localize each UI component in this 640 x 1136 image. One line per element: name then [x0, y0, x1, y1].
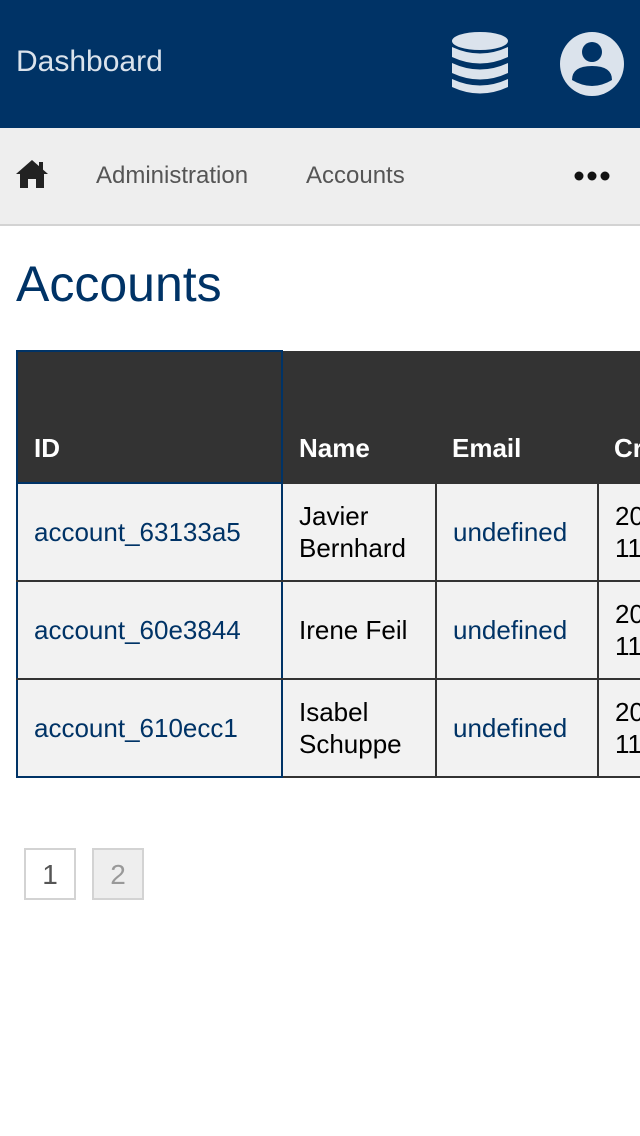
column-header-name[interactable]: Name	[282, 351, 436, 483]
accounts-table-container[interactable]: ID Name Email Created account_63133a5 Ja…	[16, 350, 640, 780]
page-button-2[interactable]: 2	[92, 848, 144, 900]
accounts-table: ID Name Email Created account_63133a5 Ja…	[16, 350, 640, 778]
cell-email: undefined	[435, 678, 599, 778]
top-app-bar: Dashboard	[0, 0, 640, 128]
table-header-row: ID Name Email Created	[16, 350, 640, 484]
dashboard-link[interactable]: Dashboard	[16, 0, 163, 124]
table-row: account_60e3844 Irene Feil undefined 20 …	[16, 580, 640, 680]
cell-email: undefined	[435, 482, 599, 582]
nav-item-accounts[interactable]: Accounts	[306, 128, 405, 224]
column-header-id[interactable]: ID	[16, 350, 283, 484]
cell-email: undefined	[435, 580, 599, 680]
more-horizontal-icon[interactable]	[572, 166, 612, 186]
account-id-link[interactable]: account_60e3844	[34, 615, 241, 645]
user-account-icon[interactable]	[558, 30, 626, 98]
cell-created: 20 11	[597, 482, 640, 582]
nav-item-administration[interactable]: Administration	[96, 128, 248, 224]
table-row: account_610ecc1 Isabel Schuppe undefined…	[16, 678, 640, 778]
breadcrumb-nav: Administration Accounts	[0, 128, 640, 226]
cell-name: Irene Feil	[281, 580, 437, 680]
cell-id: account_63133a5	[16, 482, 283, 582]
page-button-1[interactable]: 1	[24, 848, 76, 900]
page-title: Accounts	[16, 256, 222, 312]
home-icon[interactable]	[14, 156, 50, 192]
cell-created: 20 11	[597, 580, 640, 680]
cell-created: 20 11	[597, 678, 640, 778]
account-id-link[interactable]: account_63133a5	[34, 517, 241, 547]
email-link[interactable]: undefined	[453, 713, 567, 743]
email-link[interactable]: undefined	[453, 517, 567, 547]
cell-name: Javier Bernhard	[281, 482, 437, 582]
cell-name: Isabel Schuppe	[281, 678, 437, 778]
email-link[interactable]: undefined	[453, 615, 567, 645]
table-row: account_63133a5 Javier Bernhard undefine…	[16, 482, 640, 582]
account-id-link[interactable]: account_610ecc1	[34, 713, 238, 743]
column-header-email[interactable]: Email	[436, 351, 598, 483]
cell-id: account_60e3844	[16, 580, 283, 680]
cell-id: account_610ecc1	[16, 678, 283, 778]
column-header-created[interactable]: Created	[598, 351, 640, 483]
database-icon[interactable]	[448, 30, 512, 98]
